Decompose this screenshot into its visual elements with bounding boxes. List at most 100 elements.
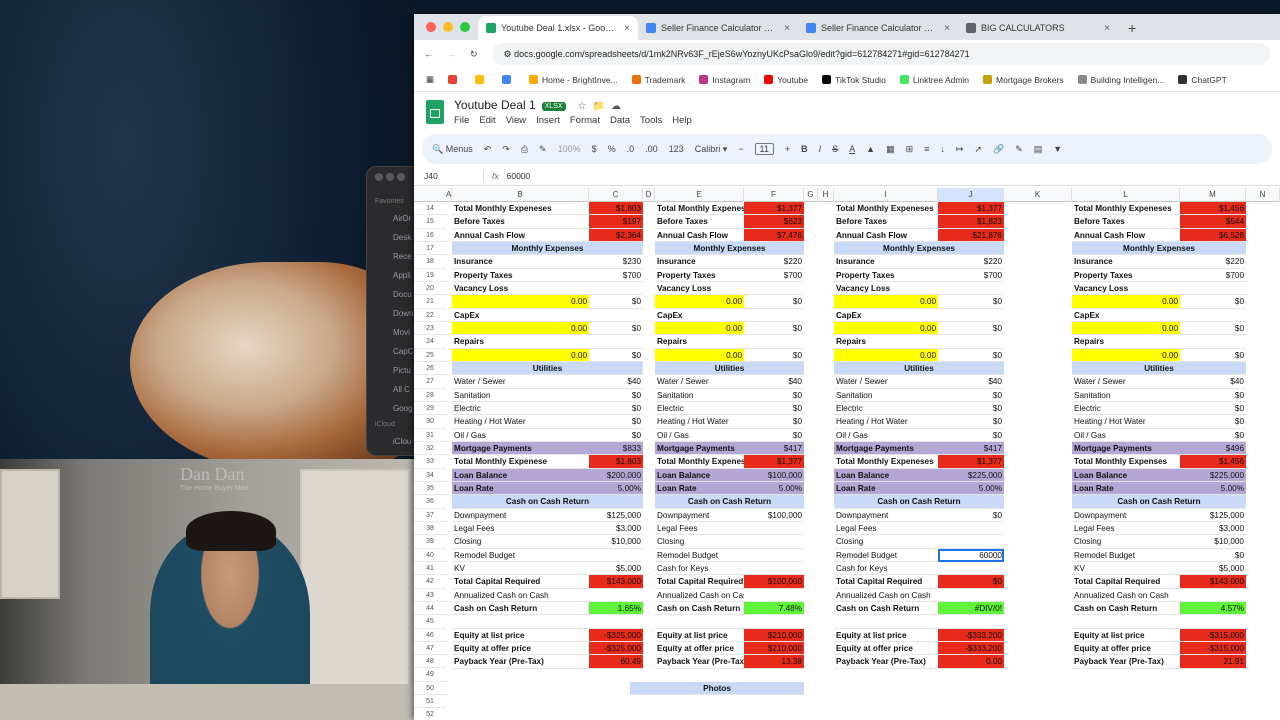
row-header[interactable]: 23 (414, 322, 446, 336)
cell-value[interactable] (744, 589, 804, 602)
finder-sidebar-item[interactable]: Down (375, 304, 417, 323)
row-header[interactable]: 20 (414, 282, 446, 296)
cell-value[interactable]: $0 (744, 415, 804, 429)
cell-label[interactable]: Loan Rate (655, 481, 744, 496)
cell-value[interactable] (938, 282, 1004, 296)
cell-label[interactable]: Electric (655, 402, 744, 416)
cell-value[interactable]: $125,000 (589, 509, 643, 522)
cell-value[interactable]: $417 (938, 441, 1004, 456)
cell-label[interactable]: Heating / Hot Water (452, 415, 589, 429)
cell-value[interactable]: $40 (744, 375, 804, 389)
cell-value[interactable]: $0 (938, 389, 1004, 402)
cell-label[interactable]: Annual Cash Flow (452, 229, 589, 242)
menus-search[interactable]: 🔍 Menus (432, 144, 473, 155)
cell-label[interactable]: Payback Year (Pre-Tax) (1072, 655, 1180, 669)
bookmark-link[interactable]: Instagram (699, 74, 750, 85)
sheets-logo-icon[interactable] (426, 100, 444, 124)
bookmark-link[interactable]: Building Intelligen... (1077, 74, 1164, 85)
cell-value[interactable]: -$315,000 (1180, 628, 1246, 642)
cell-label[interactable]: 0.00 (834, 295, 938, 309)
cell-label[interactable]: Downpayment (1072, 509, 1180, 522)
cell-label[interactable]: Sanitation (834, 389, 938, 402)
cell-label[interactable]: Oil / Gas (834, 429, 938, 442)
cell-label[interactable]: CapEx (1072, 309, 1180, 322)
more-formats-button[interactable]: 123 (669, 144, 684, 154)
cell-value[interactable]: 4.57% (1180, 601, 1246, 616)
cell-value[interactable] (938, 589, 1004, 602)
filter-icon[interactable]: ▼ (1053, 144, 1062, 154)
finder-sidebar-item[interactable]: iClou (375, 432, 417, 451)
cell-label[interactable]: Electric (834, 402, 938, 416)
cell-label[interactable]: Equity at list price (834, 629, 938, 642)
cell-value[interactable]: 0.00 (938, 655, 1004, 669)
cell-value[interactable] (938, 522, 1004, 536)
cell-label[interactable]: Total Monthly Expeneses (655, 202, 744, 216)
cell-label[interactable] (655, 615, 744, 629)
undo-icon[interactable]: ↶ (484, 144, 492, 155)
row-header[interactable]: 16 (414, 229, 446, 242)
cell-value[interactable] (938, 562, 1004, 576)
cell-label[interactable]: Loan Balance (452, 468, 589, 482)
borders-icon[interactable]: ▦ (886, 144, 895, 155)
cell-value[interactable]: 1.65% (589, 601, 643, 616)
cell-value[interactable]: $0 (938, 349, 1004, 362)
column-header[interactable]: C (589, 188, 643, 202)
cell-label[interactable]: CapEx (834, 309, 938, 322)
cell-label[interactable]: Annualized Cash on Cash (452, 589, 589, 602)
row-header[interactable]: 30 (414, 415, 446, 429)
cell-label[interactable] (452, 615, 589, 629)
strikethrough-icon[interactable]: S (832, 144, 838, 154)
cell-label[interactable]: 0.00 (655, 295, 744, 309)
tab-close-icon[interactable]: × (944, 23, 950, 34)
cell-label[interactable]: Cash on Cash Return (1072, 602, 1180, 616)
cell-label[interactable]: Downpayment (655, 509, 744, 522)
cell-label[interactable] (834, 615, 938, 629)
column-header[interactable]: D (643, 188, 655, 202)
chart-icon[interactable]: ▤ (1034, 144, 1043, 155)
cell-label[interactable]: Property Taxes (655, 269, 744, 282)
row-header[interactable]: 25 (414, 349, 446, 362)
finder-sidebar-item[interactable]: Pictu (375, 361, 417, 380)
cell-value[interactable]: $417 (744, 441, 804, 456)
row-header[interactable]: 32 (414, 442, 446, 456)
cell-value[interactable]: $0 (1180, 549, 1246, 562)
bookmark-link[interactable]: Mortgage Brokers (983, 74, 1064, 85)
cell-label[interactable]: Total Capital Required (655, 575, 744, 589)
cell-value[interactable] (589, 309, 643, 322)
cell-label[interactable]: Closing (1072, 535, 1180, 549)
cell-value[interactable]: $1,377 (938, 202, 1004, 216)
calendar-icon[interactable] (502, 74, 515, 85)
cell-label[interactable]: Before Taxes (1072, 215, 1180, 229)
browser-tab[interactable]: BIG CALCULATORS × (958, 16, 1118, 40)
cell-label[interactable]: Cash for Keys (834, 562, 938, 576)
cell-label[interactable]: Remodel Budget (834, 549, 938, 562)
cell-label[interactable]: Remodel Budget (655, 549, 744, 562)
cell-label[interactable]: Electric (452, 402, 589, 416)
cell-value[interactable]: $7,476 (744, 228, 804, 242)
align-icon[interactable]: ≡ (924, 144, 929, 154)
cell-value[interactable]: $220 (744, 255, 804, 269)
cell-value[interactable]: $0 (744, 402, 804, 416)
bookmark-link[interactable]: Youtube (764, 74, 808, 85)
cell-label[interactable]: Mortgage Payments (655, 441, 744, 456)
cell-value[interactable]: $0 (1180, 415, 1246, 429)
cell-value[interactable]: $496 (1180, 441, 1246, 456)
row-header[interactable]: 31 (414, 429, 446, 442)
cell-value[interactable] (938, 335, 1004, 349)
merge-cells-icon[interactable]: ⊞ (906, 144, 914, 155)
cell-value[interactable] (1180, 589, 1246, 602)
row-header[interactable]: 39 (414, 535, 446, 549)
menu-item[interactable]: Edit (479, 115, 495, 126)
cell-label[interactable]: Property Taxes (1072, 269, 1180, 282)
row-header[interactable]: 14 (414, 202, 446, 216)
cell-value[interactable] (744, 522, 804, 536)
cell-value[interactable]: $210,000 (744, 628, 804, 642)
font-size-increase-button[interactable]: + (785, 144, 790, 154)
cell-value[interactable]: $225,000 (938, 468, 1004, 482)
cell-value[interactable]: $0 (1180, 429, 1246, 442)
row-header[interactable]: 19 (414, 269, 446, 282)
cell-value[interactable]: $2,364 (589, 228, 643, 242)
cell-label[interactable]: 0.00 (655, 348, 744, 362)
close-window-button[interactable] (426, 22, 436, 32)
cell-label[interactable]: Oil / Gas (452, 429, 589, 442)
